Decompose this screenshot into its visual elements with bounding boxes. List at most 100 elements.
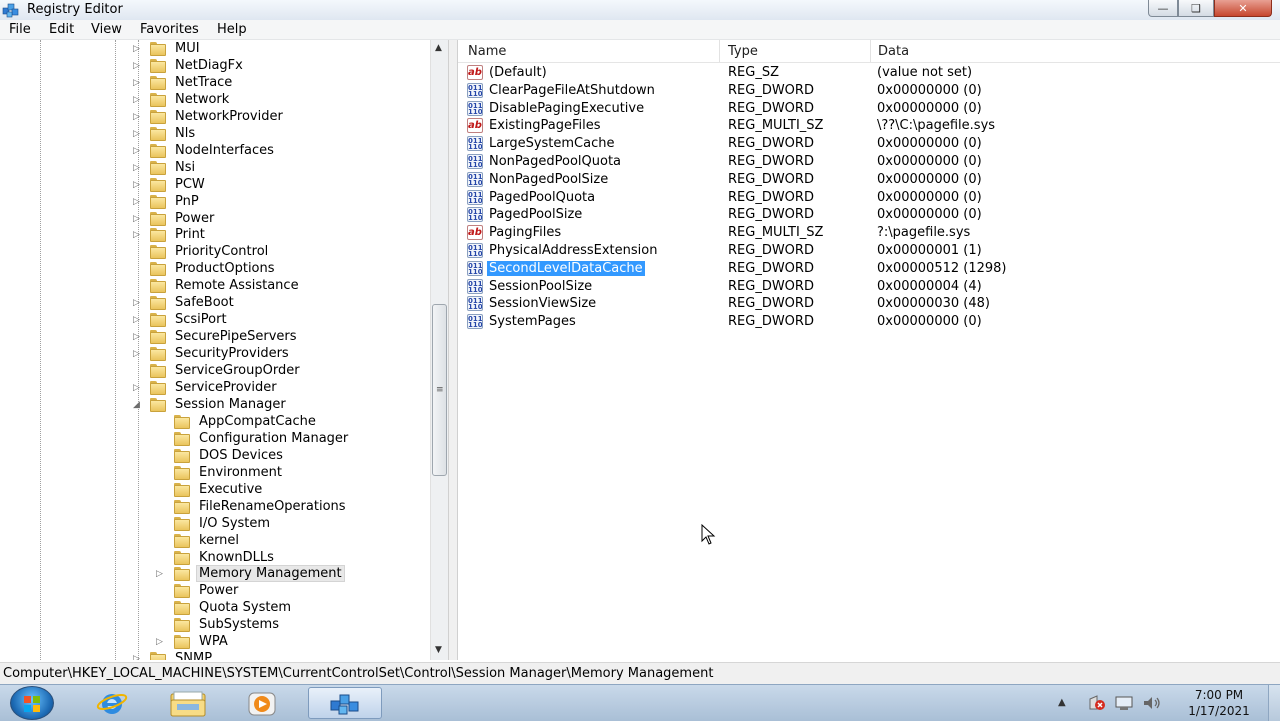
value-row[interactable]: 011 110 LargeSystemCache REG_DWORD 0x000000… [458,135,1280,153]
tree-item[interactable]: ▷ SecurityProviders [0,346,430,363]
clock-date[interactable]: 1/17/2021 [1184,704,1254,718]
value-row[interactable]: 011 110 PhysicalAddressExtension REG_DWORD… [458,242,1280,260]
expand-arrow-icon[interactable]: ▷ [156,637,163,647]
title-bar[interactable]: Registry Editor — ❑ ✕ [0,0,1280,21]
value-row[interactable]: 011 110 NonPagedPoolSize REG_DWORD 0x000000… [458,171,1280,189]
tree-item[interactable]: ▷ ScsiPort [0,312,430,329]
menu-edit[interactable]: Edit [49,22,74,37]
tree-item[interactable]: ▷ MUI [0,41,430,58]
tree-item[interactable]: ▷ Memory Management [0,565,430,583]
tree-item[interactable]: ▷ Power [0,211,430,228]
taskbar-windows-explorer[interactable] [158,687,218,719]
menu-file[interactable]: File [9,22,31,37]
expand-arrow-icon[interactable]: ▷ [133,129,140,139]
column-divider[interactable] [719,40,720,62]
expand-arrow-icon[interactable]: ▷ [133,298,140,308]
tree-item[interactable]: PriorityControl [0,244,430,261]
tree-item[interactable]: SubSystems [0,617,430,634]
tree-item[interactable]: ▷ PCW [0,177,430,194]
tree-item[interactable]: ▷ Print [0,227,430,244]
tree-item[interactable]: ▷ SNMP [0,651,430,660]
menu-help[interactable]: Help [217,22,247,37]
column-header-data[interactable]: Data [878,44,909,59]
key-tree[interactable]: ▷ MUI ▷ NetDiagFx ▷ NetTrace ▷ Network ▷ NetworkP… [0,40,448,660]
expanded-arrow-icon[interactable]: ◢ [133,400,140,410]
value-row[interactable]: 011 110 ClearPageFileAtShutdown REG_DWORD 0… [458,82,1280,100]
tree-item[interactable]: ▷ NetTrace [0,75,430,92]
value-row[interactable]: 011 110 NonPagedPoolQuota REG_DWORD 0x00000… [458,153,1280,171]
scroll-up-arrow-icon[interactable]: ▲ [435,43,442,53]
tree-item[interactable]: Power [0,583,430,600]
expand-arrow-icon[interactable]: ▷ [133,230,140,240]
tree-item[interactable]: Remote Assistance [0,278,430,295]
tree-item[interactable]: ▷ NetworkProvider [0,109,430,126]
expand-arrow-icon[interactable]: ▷ [133,163,140,173]
menu-view[interactable]: View [91,22,122,37]
expand-arrow-icon[interactable]: ▷ [133,112,140,122]
minimize-button[interactable]: — [1148,0,1178,17]
taskbar-internet-explorer[interactable] [82,687,142,719]
scroll-down-arrow-icon[interactable]: ▼ [435,645,442,655]
expand-arrow-icon[interactable]: ▷ [133,44,140,54]
expand-arrow-icon[interactable]: ▷ [156,569,163,579]
tree-item[interactable]: ▷ WPA [0,634,430,651]
tree-item[interactable]: ▷ Nls [0,126,430,143]
tree-item[interactable]: ▷ Network [0,92,430,109]
value-row[interactable]: 011 110 PagedPoolSize REG_DWORD 0x00000000 … [458,206,1280,224]
tree-item[interactable]: Quota System [0,600,430,617]
tree-item[interactable]: I/O System [0,516,430,533]
value-row[interactable]: 011 110 SessionPoolSize REG_DWORD 0x0000000… [458,278,1280,296]
tree-item[interactable]: ▷ NodeInterfaces [0,143,430,160]
tree-item[interactable]: ◢ Session Manager [0,397,430,414]
expand-arrow-icon[interactable]: ▷ [133,349,140,359]
tree-item[interactable]: AppCompatCache [0,414,430,431]
show-desktop-button[interactable] [1268,685,1280,721]
close-button[interactable]: ✕ [1214,0,1272,17]
tree-item[interactable]: Configuration Manager [0,431,430,448]
tree-scrollbar[interactable]: ▲ ≡ ▼ [430,40,449,660]
expand-arrow-icon[interactable]: ▷ [133,61,140,71]
taskbar-media-player[interactable] [232,687,292,719]
tree-item[interactable]: ▷ Nsi [0,160,430,177]
value-row[interactable]: 011 110 PagedPoolQuota REG_DWORD 0x00000000… [458,189,1280,207]
expand-arrow-icon[interactable]: ▷ [133,78,140,88]
value-row[interactable]: ab PagingFiles REG_MULTI_SZ ?:\pagefile.sys [458,224,1280,242]
expand-arrow-icon[interactable]: ▷ [133,315,140,325]
show-hidden-icons-icon[interactable]: ▲ [1058,697,1066,708]
network-icon[interactable] [1114,695,1134,711]
value-row[interactable]: ab (Default) REG_SZ (value not set) [458,64,1280,82]
tree-item[interactable]: ▷ ServiceProvider [0,380,430,397]
tree-item[interactable]: FileRenameOperations [0,499,430,516]
tree-item[interactable]: DOS Devices [0,448,430,465]
tree-item[interactable]: KnownDLLs [0,550,430,567]
expand-arrow-icon[interactable]: ▷ [133,146,140,156]
expand-arrow-icon[interactable]: ▷ [133,332,140,342]
expand-arrow-icon[interactable]: ▷ [133,383,140,393]
expand-arrow-icon[interactable]: ▷ [133,214,140,224]
expand-arrow-icon[interactable]: ▷ [133,654,140,660]
value-row[interactable]: 011 110 SecondLevelDataCache REG_DWORD 0x00… [458,260,1280,278]
tree-item[interactable]: kernel [0,533,430,550]
expand-arrow-icon[interactable]: ▷ [133,197,140,207]
expand-arrow-icon[interactable]: ▷ [133,95,140,105]
values-list[interactable]: Name Type Data ab (Default) REG_SZ (value n… [458,40,1280,660]
restore-button[interactable]: ❑ [1178,0,1214,17]
volume-icon[interactable] [1142,695,1162,711]
value-row[interactable]: 011 110 DisablePagingExecutive REG_DWORD 0x… [458,100,1280,118]
column-header-name[interactable]: Name [468,44,506,59]
tree-item[interactable]: ServiceGroupOrder [0,363,430,380]
clock-time[interactable]: 7:00 PM [1184,688,1254,702]
value-row[interactable]: ab ExistingPageFiles REG_MULTI_SZ \??\C:\pa… [458,117,1280,135]
tree-item[interactable]: ▷ SafeBoot [0,295,430,312]
taskbar-registry-editor[interactable] [308,687,382,719]
action-center-alert-icon[interactable] [1088,695,1106,711]
tree-scrollbar-thumb[interactable]: ≡ [432,304,447,476]
tree-item[interactable]: Executive [0,482,430,499]
value-row[interactable]: 011 110 SessionViewSize REG_DWORD 0x0000003… [458,295,1280,313]
start-button[interactable] [10,686,54,720]
column-divider[interactable] [870,40,871,62]
column-header-type[interactable]: Type [728,44,758,59]
value-row[interactable]: 011 110 SystemPages REG_DWORD 0x00000000 (0… [458,313,1280,331]
tree-item[interactable]: ▷ SecurePipeServers [0,329,430,346]
pane-splitter[interactable] [448,40,458,660]
